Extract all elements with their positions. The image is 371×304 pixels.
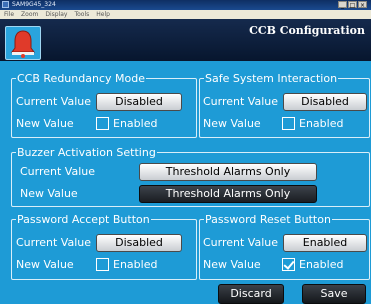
current-value-label: Current Value (203, 236, 279, 249)
group-title-pw-reset: Password Reset Button (204, 213, 332, 226)
pw-reset-enabled-label: Enabled (299, 258, 344, 271)
save-button[interactable]: Save (302, 284, 366, 304)
bell-logo-graphic (11, 30, 35, 58)
pw-accept-enabled-checkbox[interactable] (96, 258, 109, 271)
group-title-redundancy: CCB Redundancy Mode (16, 72, 146, 85)
group-ccb-redundancy: CCB Redundancy Mode Current Value Disabl… (11, 72, 197, 138)
menu-help[interactable]: Help (96, 10, 110, 19)
group-title-safe: Safe System Interaction (204, 72, 339, 85)
new-value-label: New Value (16, 258, 74, 271)
maximize-button[interactable]: □ (348, 1, 357, 9)
discard-button[interactable]: Discard (218, 284, 284, 304)
safe-current-value: Disabled (283, 93, 367, 111)
pw-accept-current-value: Disabled (96, 234, 182, 252)
group-password-accept: Password Accept Button Current Value Dis… (11, 213, 197, 280)
pw-accept-enabled-label: Enabled (113, 258, 158, 271)
current-value-label: Current Value (16, 95, 92, 108)
buzzer-current-value: Threshold Alarms Only (139, 163, 317, 181)
new-value-label: New Value (203, 117, 261, 130)
group-buzzer: Buzzer Activation Setting Current Value … (11, 146, 370, 207)
menu-tools[interactable]: Tools (74, 10, 89, 19)
new-value-label: New Value (203, 258, 261, 271)
group-password-reset: Password Reset Button Current Value Enab… (199, 213, 370, 280)
current-value-label: Current Value (203, 95, 279, 108)
menu-file[interactable]: File (4, 10, 14, 19)
window-title: SAM9G45_324 (12, 1, 56, 8)
menu-bar: File Zoom Display Tools Help (0, 10, 371, 19)
page-title: CCB Configuration (249, 24, 365, 37)
current-value-label: Current Value (16, 236, 92, 249)
current-value-label: Current Value (20, 165, 96, 178)
check-icon (283, 258, 295, 270)
group-title-pw-accept: Password Accept Button (16, 213, 151, 226)
redundancy-current-value: Disabled (96, 93, 182, 111)
safe-enabled-label: Enabled (299, 117, 344, 130)
window-titlebar: SAM9G45_324 _ □ × (0, 0, 371, 10)
pw-reset-enabled-checkbox[interactable] (282, 258, 295, 271)
new-value-label: New Value (16, 117, 74, 130)
buzzer-new-value-select[interactable]: Threshold Alarms Only (139, 185, 317, 203)
group-title-buzzer: Buzzer Activation Setting (16, 146, 157, 159)
app-icon (2, 1, 9, 8)
menu-zoom[interactable]: Zoom (21, 10, 38, 19)
pw-reset-current-value: Enabled (283, 234, 367, 252)
bell-logo-icon (5, 26, 41, 60)
new-value-label: New Value (20, 187, 78, 200)
window-controls: _ □ × (338, 1, 367, 9)
menu-display[interactable]: Display (45, 10, 67, 19)
close-button[interactable]: × (358, 1, 367, 9)
redundancy-enabled-label: Enabled (113, 117, 158, 130)
safe-enabled-checkbox[interactable] (282, 117, 295, 130)
redundancy-enabled-checkbox[interactable] (96, 117, 109, 130)
group-safe-system: Safe System Interaction Current Value Di… (199, 72, 370, 138)
minimize-button[interactable]: _ (338, 1, 347, 9)
